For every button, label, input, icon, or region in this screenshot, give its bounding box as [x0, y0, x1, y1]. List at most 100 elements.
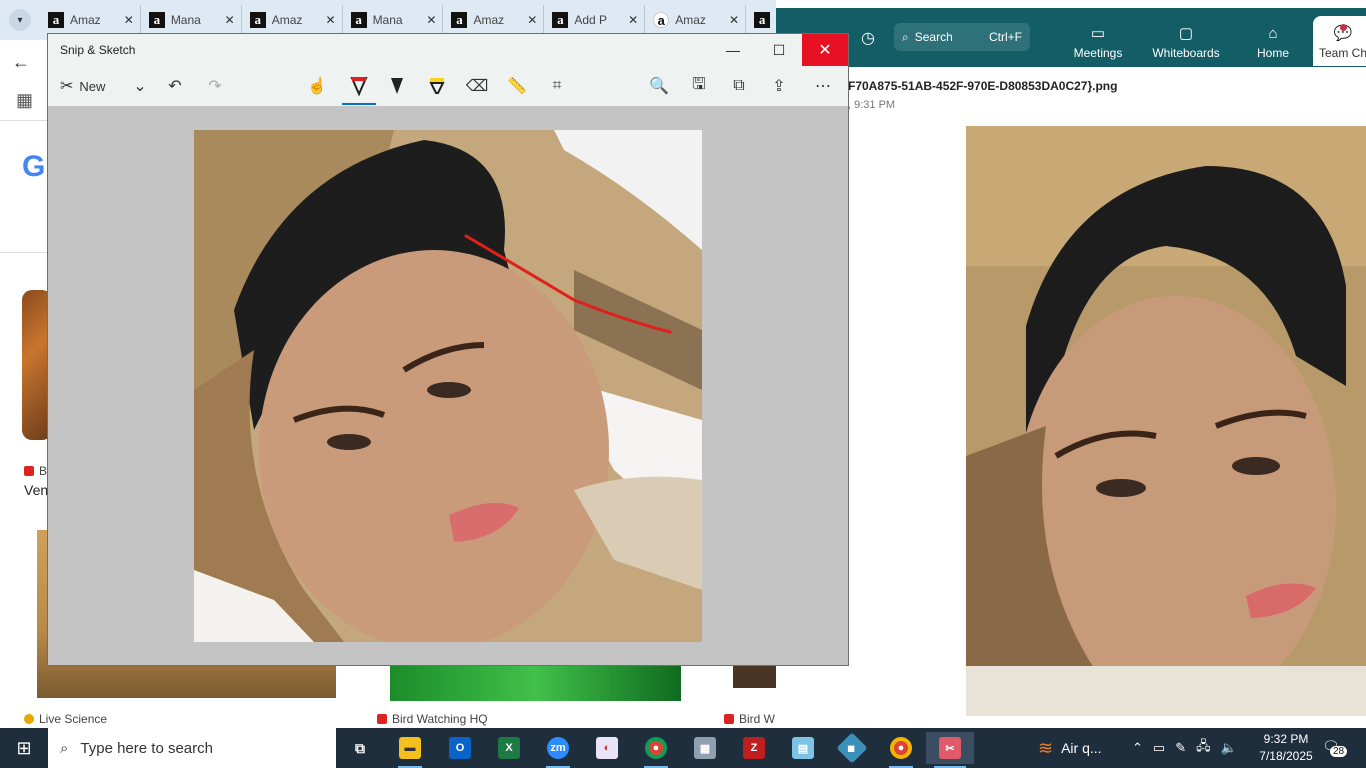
touch-writing-icon: ☝: [307, 78, 327, 95]
tab-title: Mana: [372, 13, 403, 27]
close-tab-icon[interactable]: ✕: [729, 13, 739, 27]
app-whiteboards[interactable]: ▢ Whiteboards: [1144, 16, 1228, 66]
portrait-photo: [194, 130, 702, 642]
volume-icon[interactable]: 🔈: [1221, 740, 1237, 756]
source-name: B: [39, 464, 48, 478]
close-tab-icon[interactable]: ✕: [527, 13, 537, 27]
result-source[interactable]: Live Science: [24, 712, 107, 726]
more-icon: ⋯: [815, 78, 831, 95]
portrait-photo-large: [966, 126, 1366, 716]
ruler-button[interactable]: 📏: [504, 73, 530, 99]
task-view-icon[interactable]: ⧉: [340, 732, 380, 764]
close-tab-icon[interactable]: ✕: [426, 13, 436, 27]
zoom-button[interactable]: 🔍: [646, 73, 672, 99]
network-icon[interactable]: ◆: [832, 732, 872, 764]
paint-icon[interactable]: ◐: [587, 732, 627, 764]
result-source[interactable]: Bird Watching HQ: [377, 712, 488, 726]
tab-title: Amaz: [675, 13, 706, 27]
tab-actions-menu[interactable]: ▾: [0, 0, 40, 40]
result-source[interactable]: B: [24, 464, 47, 478]
eraser-button[interactable]: ⌫: [464, 73, 490, 99]
result-source[interactable]: Bird W: [724, 712, 775, 726]
apps-grid-icon[interactable]: ▦: [16, 90, 33, 111]
file-explorer-icon[interactable]: ▬: [390, 732, 430, 768]
close-button[interactable]: ✕: [802, 34, 848, 66]
copy-button[interactable]: ⧉: [726, 73, 752, 99]
amazon-a-icon: a: [148, 12, 165, 28]
undo-button[interactable]: ↶: [162, 73, 188, 99]
minimize-button[interactable]: —: [710, 34, 756, 66]
share-button[interactable]: ⇪: [766, 73, 792, 99]
crop-icon: ⌗: [552, 77, 562, 94]
result-title[interactable]: Ven: [24, 482, 48, 498]
pen-icon[interactable]: ✎: [1175, 740, 1186, 756]
save-button[interactable]: 🖫: [686, 73, 712, 99]
back-arrow-icon[interactable]: ←: [12, 52, 30, 73]
close-tab-icon[interactable]: ✕: [326, 13, 336, 27]
chevron-up-icon[interactable]: ⌃: [1132, 740, 1143, 756]
title-bar[interactable]: Snip & Sketch — ☐ ✕: [48, 34, 848, 66]
more-button[interactable]: ⋯: [808, 73, 838, 99]
browser-tab[interactable]: a Add P ✕: [544, 5, 646, 35]
share-icon: ⇪: [772, 78, 786, 95]
crop-button[interactable]: ⌗: [544, 73, 570, 99]
app-team-chat[interactable]: 💬 Team Ch: [1313, 16, 1366, 66]
result-image[interactable]: [733, 666, 776, 688]
chrome-icon[interactable]: ●: [881, 732, 921, 768]
app-meetings[interactable]: ▭ Meetings: [1056, 16, 1140, 66]
search-icon: ⌕: [902, 29, 909, 44]
browser-tab[interactable]: a Amaz ✕: [443, 5, 545, 35]
new-snip-button[interactable]: ✂ New: [60, 73, 105, 99]
close-tab-icon[interactable]: ✕: [124, 13, 134, 27]
outlook-icon[interactable]: O: [440, 732, 480, 764]
save-icon: 🖫: [692, 75, 706, 93]
pencil-button[interactable]: [384, 73, 410, 99]
windows-start-icon[interactable]: ⊞: [0, 728, 48, 768]
ballpoint-pen-button[interactable]: [342, 73, 376, 105]
result-image[interactable]: [390, 666, 681, 701]
app-home[interactable]: ⌂ Home: [1231, 16, 1315, 66]
amazon-a-icon: a: [249, 12, 266, 28]
new-options-dropdown[interactable]: ⌄: [130, 73, 150, 99]
browser-tab[interactable]: a: [746, 5, 776, 35]
calculator-icon[interactable]: ▦: [685, 732, 725, 764]
touch-writing-button[interactable]: ☝: [304, 73, 330, 99]
highlighter-button[interactable]: [424, 73, 450, 99]
search-shortcut: Ctrl+F: [989, 30, 1022, 44]
browser-tab[interactable]: a Amaz ✕: [645, 5, 747, 35]
close-tab-icon[interactable]: ✕: [225, 13, 235, 27]
browser-tab[interactable]: a Amaz ✕: [242, 5, 343, 35]
snip-sketch-icon[interactable]: ✂: [926, 732, 974, 768]
browser-tab[interactable]: a Mana ✕: [343, 5, 444, 35]
zoom-icon[interactable]: zm: [538, 732, 578, 768]
chrome-icon[interactable]: ●: [636, 732, 676, 768]
history-clock-icon[interactable]: ◷: [861, 28, 875, 48]
maximize-button[interactable]: ☐: [756, 34, 802, 66]
home-icon: ⌂: [1268, 25, 1278, 42]
browser-tab[interactable]: a Amaz ✕: [40, 5, 141, 35]
clock[interactable]: 9:32 PM 7/18/2025: [1250, 731, 1322, 765]
window-title: Snip & Sketch: [60, 43, 136, 57]
close-tab-icon[interactable]: ✕: [628, 13, 638, 27]
snip-canvas[interactable]: [194, 130, 702, 642]
divider: [0, 120, 48, 121]
network-wifi-icon[interactable]: 🖧: [1196, 737, 1211, 759]
divider: [0, 252, 48, 253]
notepad-icon[interactable]: ▤: [783, 732, 823, 764]
taskbar-search[interactable]: ⌕ Type here to search: [48, 728, 336, 768]
tab-title: Add P: [574, 13, 608, 27]
battery-icon[interactable]: ▭: [1153, 740, 1165, 756]
teams-search[interactable]: ⌕ Search Ctrl+F: [894, 23, 1030, 51]
system-tray: ⌃ ▭ ✎ 🖧 🔈: [1132, 728, 1237, 768]
notifications-icon[interactable]: 🗨 28: [1322, 738, 1348, 757]
amazon-a-icon: a: [47, 12, 64, 28]
shared-photo[interactable]: [966, 126, 1366, 716]
filezilla-icon[interactable]: Z: [734, 732, 774, 764]
excel-icon[interactable]: X: [489, 732, 529, 764]
redo-button[interactable]: ↷: [202, 73, 228, 99]
browser-tab[interactable]: a Mana ✕: [141, 5, 242, 35]
google-logo[interactable]: G: [22, 150, 45, 184]
ballpoint-pen-icon: [350, 77, 368, 97]
weather-widget[interactable]: ≋ Air q...: [1038, 728, 1102, 768]
source-favicon-icon: [724, 714, 734, 724]
